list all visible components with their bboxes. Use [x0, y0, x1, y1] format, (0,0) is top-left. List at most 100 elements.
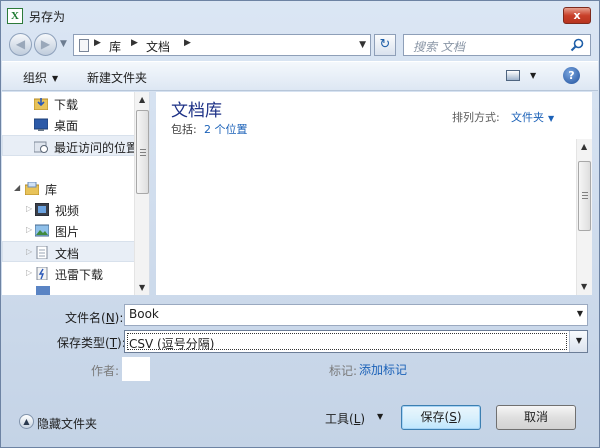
libraries-icon: [25, 182, 39, 195]
scroll-up-icon[interactable]: ▲: [139, 95, 145, 104]
collapsed-arrow-icon[interactable]: ▷: [26, 225, 32, 234]
nav-item-libraries[interactable]: ◢ 库: [2, 178, 135, 199]
breadcrumb-separator-icon[interactable]: ▶: [131, 38, 138, 48]
view-options-dropdown-icon[interactable]: ▼: [530, 71, 536, 80]
back-button[interactable]: ◀: [9, 33, 32, 56]
filename-value: Book: [129, 307, 159, 321]
breadcrumb-separator-icon[interactable]: ▶: [94, 38, 101, 48]
navigation-row: ◀ ▶ ▼ ▶ 库 ▶ 文档 ▶ ▼ ↻ 搜索 文档: [1, 31, 599, 59]
folder-icon: [79, 39, 89, 52]
savetype-label: 保存类型(T):: [57, 336, 126, 350]
nav-item-partial: [36, 286, 50, 295]
organize-menu[interactable]: 组织 ▼: [23, 69, 58, 86]
save-as-dialog: X 另存为 x ◀ ▶ ▼ ▶ 库 ▶ 文档 ▶ ▼ ↻ 搜索 文档 组织 ▼ …: [0, 0, 600, 448]
refresh-icon: ↻: [379, 37, 391, 52]
nav-item-label: 迅雷下载: [55, 268, 104, 282]
nav-item-thunder-downloads[interactable]: ▷ 迅雷下载: [2, 263, 135, 284]
search-icon[interactable]: [570, 38, 584, 52]
filename-field[interactable]: Book ▼: [124, 304, 588, 326]
new-folder-button[interactable]: 新建文件夹: [87, 69, 147, 86]
add-tag-link[interactable]: 添加标记: [359, 361, 407, 378]
pictures-library-icon: [35, 224, 49, 237]
save-button[interactable]: 保存(S): [401, 405, 481, 430]
author-label: 作者:: [91, 364, 120, 378]
forward-arrow-icon: ▶: [40, 37, 51, 51]
chevron-down-icon: ▼: [575, 336, 582, 345]
nav-item-label: 桌面: [54, 119, 79, 133]
scrollbar-thumb[interactable]: [578, 161, 591, 231]
download-folder-icon: [34, 98, 48, 110]
collapsed-arrow-icon[interactable]: ▷: [26, 268, 32, 277]
expanded-arrow-icon[interactable]: ◢: [14, 183, 20, 192]
savetype-dropdown-button[interactable]: ▼: [569, 331, 587, 352]
chevron-down-icon: ▼: [548, 114, 555, 123]
nav-item-recent-places[interactable]: 最近访问的位置: [2, 135, 139, 156]
nav-item-downloads[interactable]: 下载: [2, 93, 135, 114]
organize-label: 组织: [23, 71, 48, 85]
command-toolbar: 组织 ▼ 新建文件夹 ▼ ?: [2, 61, 598, 91]
back-arrow-icon: ◀: [15, 37, 26, 51]
library-includes-label: 包括:: [171, 123, 197, 136]
scrollbar-thumb[interactable]: [136, 110, 149, 194]
thunder-download-icon: [36, 267, 48, 280]
excel-icon: X: [7, 8, 23, 24]
author-field[interactable]: [122, 357, 150, 381]
nav-pane-scrollbar[interactable]: ▲ ▼: [134, 92, 149, 295]
breadcrumb-libraries[interactable]: 库: [109, 38, 121, 55]
recent-places-icon: [34, 141, 48, 153]
title-bar: X 另存为 x: [1, 1, 599, 31]
nav-item-label: 文档: [55, 247, 80, 261]
navigation-pane: 下载 桌面 最近访问的位置 ◢ 库 ▷ 视频 ▷ 图片 ▷ 文档 ▷ 迅雷下载 …: [2, 92, 150, 295]
address-dropdown-icon[interactable]: ▼: [359, 40, 366, 50]
library-locations-link[interactable]: 2 个位置: [204, 121, 248, 137]
documents-library-icon: [36, 246, 48, 259]
nav-item-label: 库: [45, 183, 58, 197]
savetype-value: CSV (逗号分隔): [129, 337, 215, 351]
search-placeholder: 搜索 文档: [413, 40, 465, 54]
nav-item-documents[interactable]: ▷ 文档: [2, 241, 135, 262]
filename-label: 文件名(N):: [65, 311, 124, 325]
tools-dropdown-icon[interactable]: ▼: [377, 412, 383, 421]
nav-item-videos[interactable]: ▷ 视频: [2, 199, 135, 220]
collapsed-arrow-icon[interactable]: ▷: [26, 204, 32, 213]
breadcrumb-separator-icon[interactable]: ▶: [184, 38, 191, 48]
refresh-button[interactable]: ↻: [374, 34, 396, 56]
cancel-button[interactable]: 取消: [496, 405, 576, 430]
file-list[interactable]: [156, 139, 576, 295]
change-view-icon[interactable]: [506, 70, 520, 81]
scroll-down-icon[interactable]: ▼: [581, 282, 587, 291]
arrange-by-label: 排列方式:: [452, 111, 500, 124]
help-icon[interactable]: ?: [563, 67, 580, 84]
close-button[interactable]: x: [563, 7, 591, 24]
nav-item-label: 图片: [55, 225, 80, 239]
tools-menu[interactable]: 工具(L): [325, 410, 365, 427]
chevron-down-icon: ▼: [52, 74, 59, 83]
collapsed-arrow-icon[interactable]: ▷: [26, 247, 32, 256]
video-library-icon: [35, 203, 49, 216]
desktop-icon: [34, 118, 48, 131]
scroll-down-icon[interactable]: ▼: [139, 283, 145, 292]
nav-item-pictures[interactable]: ▷ 图片: [2, 220, 135, 241]
nav-item-label: 视频: [55, 204, 80, 218]
window-title: 另存为: [29, 10, 66, 24]
hide-folders-label: 隐藏文件夹: [37, 417, 98, 431]
savetype-select[interactable]: CSV (逗号分隔) ▼: [124, 330, 588, 353]
breadcrumb-documents[interactable]: 文档: [146, 38, 170, 55]
nav-item-desktop[interactable]: 桌面: [2, 114, 135, 135]
savetype-focus: CSV (逗号分隔): [127, 333, 567, 351]
forward-button[interactable]: ▶: [34, 33, 57, 56]
address-bar[interactable]: ▶ 库 ▶ 文档 ▶ ▼: [73, 34, 371, 56]
nav-item-label: 下载: [54, 98, 79, 112]
search-input[interactable]: 搜索 文档: [403, 34, 591, 56]
file-list-pane: 文档库 包括: 2 个位置 排列方式: 文件夹 ▼ ▲ ▼: [156, 92, 592, 295]
arrange-by-dropdown[interactable]: 文件夹 ▼: [511, 109, 554, 125]
recent-pages-dropdown-icon[interactable]: ▼: [60, 39, 67, 49]
library-title: 文档库: [171, 101, 222, 121]
nav-item-label: 最近访问的位置: [54, 141, 139, 155]
tags-label: 标记:: [329, 364, 358, 378]
file-pane-scrollbar[interactable]: ▲ ▼: [576, 139, 592, 295]
filename-dropdown-icon[interactable]: ▼: [577, 309, 583, 318]
arrange-by-value: 文件夹: [511, 111, 544, 124]
chevron-up-icon: ▲: [19, 414, 34, 429]
scroll-up-icon[interactable]: ▲: [581, 142, 587, 151]
